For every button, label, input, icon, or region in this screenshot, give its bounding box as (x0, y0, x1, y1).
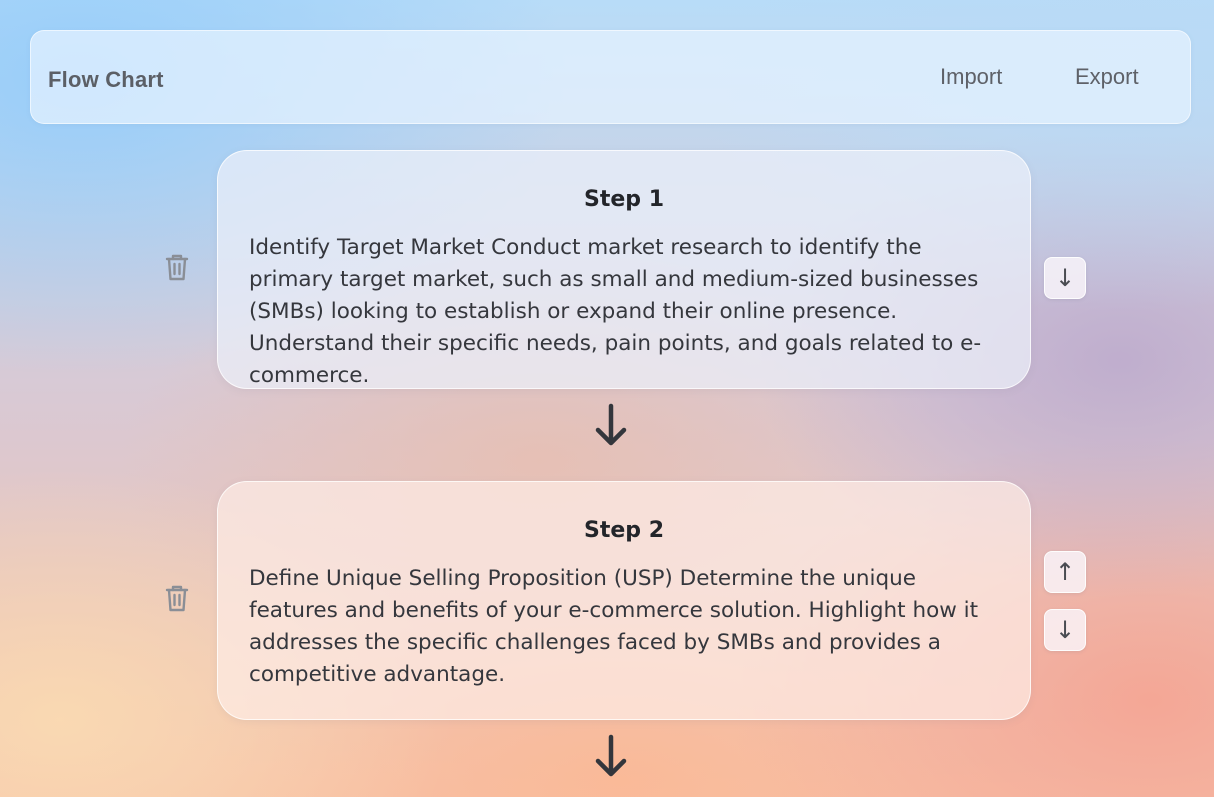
import-button[interactable]: Import (940, 64, 1002, 90)
move-down-button[interactable]: ↓ (1044, 609, 1086, 651)
step-description[interactable]: Identify Target Market Conduct market re… (249, 232, 1009, 392)
step-description[interactable]: Define Unique Selling Proposition (USP) … (249, 563, 1009, 691)
trash-icon (165, 585, 189, 612)
move-up-button[interactable]: ↑ (1044, 551, 1086, 593)
trash-icon (165, 254, 189, 281)
step-card: Step 1 Identify Target Market Conduct ma… (217, 150, 1031, 389)
step-title: Step 1 (584, 187, 664, 212)
step-title: Step 2 (584, 518, 664, 543)
step-card: Step 2 Define Unique Selling Proposition… (217, 481, 1031, 720)
arrow-down-icon (595, 734, 627, 777)
app-title: Flow Chart (48, 67, 164, 92)
app-header: Flow Chart Import Export (30, 30, 1191, 124)
arrow-down-icon (595, 403, 627, 446)
delete-step-1-button[interactable] (163, 252, 191, 282)
export-button[interactable]: Export (1075, 64, 1139, 90)
delete-step-2-button[interactable] (163, 583, 191, 613)
move-down-button[interactable]: ↓ (1044, 257, 1086, 299)
